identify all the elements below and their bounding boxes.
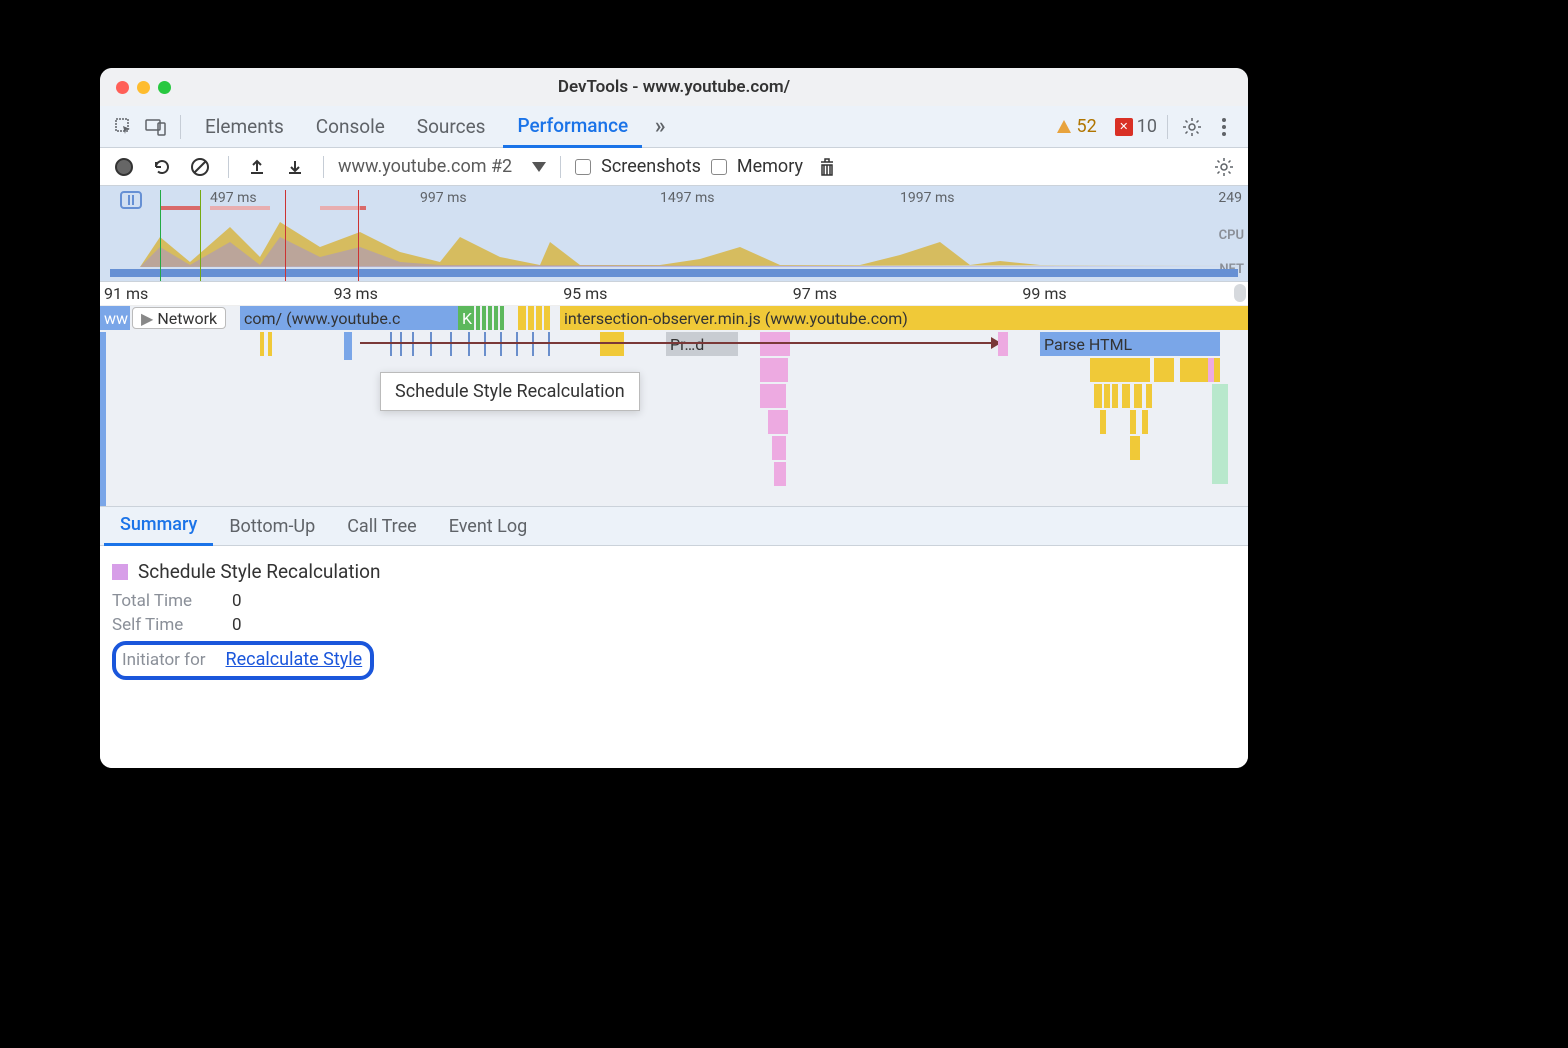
more-tabs-icon[interactable]: » [646, 113, 674, 141]
upload-icon[interactable] [243, 153, 271, 181]
fullscreen-icon[interactable] [158, 81, 171, 94]
panel-gear-icon[interactable] [1210, 153, 1238, 181]
kebab-icon[interactable] [1210, 113, 1238, 141]
record-button[interactable] [110, 153, 138, 181]
tab-performance[interactable]: Performance [503, 106, 642, 148]
error-icon: ✕ [1115, 118, 1133, 136]
self-time-row: Self Time 0 [112, 615, 1236, 635]
main-toolbar: Elements Console Sources Performance » 5… [100, 106, 1248, 148]
close-icon[interactable] [116, 81, 129, 94]
tab-sources[interactable]: Sources [403, 107, 500, 146]
device-toggle-icon[interactable] [142, 113, 170, 141]
target-label: www.youtube.com #2 [338, 156, 512, 177]
inspect-icon[interactable] [110, 113, 138, 141]
net-overview [110, 269, 1238, 277]
initiator-link[interactable]: Recalculate Style [226, 649, 363, 670]
clear-icon[interactable] [186, 153, 214, 181]
window-controls [100, 81, 171, 94]
tab-bottom-up[interactable]: Bottom-Up [213, 508, 331, 545]
total-time-row: Total Time 0 [112, 591, 1236, 611]
devtools-window: DevTools - www.youtube.com/ Elements Con… [100, 68, 1248, 768]
warnings-count: 52 [1077, 116, 1097, 137]
screenshots-checkbox[interactable]: Screenshots [575, 156, 701, 177]
tab-elements[interactable]: Elements [191, 107, 298, 146]
download-icon[interactable] [281, 153, 309, 181]
initiator-highlight: Initiator for Recalculate Style [112, 641, 374, 680]
cpu-sparkline [100, 217, 1248, 267]
event-color-chip [112, 564, 128, 580]
tab-summary[interactable]: Summary [104, 506, 213, 546]
details-tabs: Summary Bottom-Up Call Tree Event Log [100, 506, 1248, 546]
titlebar: DevTools - www.youtube.com/ [100, 68, 1248, 106]
tab-event-log[interactable]: Event Log [433, 508, 544, 545]
vertical-scrollbar[interactable] [1234, 284, 1246, 302]
gc-icon[interactable] [813, 153, 841, 181]
tab-console[interactable]: Console [302, 107, 399, 146]
performance-toolbar: www.youtube.com #2 Screenshots Memory [100, 148, 1248, 186]
warnings-badge[interactable]: 52 [1055, 116, 1097, 137]
reload-icon[interactable] [148, 153, 176, 181]
flame-tooltip: Schedule Style Recalculation [380, 372, 640, 411]
window-title: DevTools - www.youtube.com/ [100, 77, 1248, 97]
initiator-arrow [360, 342, 1000, 344]
overview-handles[interactable] [120, 191, 142, 209]
flame-chart[interactable]: ww ▶Network com/ (www.youtube.c K inters… [100, 306, 1248, 506]
target-dropdown[interactable]: www.youtube.com #2 [338, 156, 546, 177]
minimize-icon[interactable] [137, 81, 150, 94]
errors-count: 10 [1137, 116, 1157, 137]
tab-call-tree[interactable]: Call Tree [331, 508, 432, 545]
errors-badge[interactable]: ✕ 10 [1115, 116, 1157, 137]
timeline-ruler[interactable]: 91 ms 93 ms 95 ms 97 ms 99 ms [100, 282, 1248, 306]
event-name: Schedule Style Recalculation [138, 560, 380, 583]
chevron-down-icon [532, 162, 546, 172]
summary-panel: Schedule Style Recalculation Total Time … [100, 546, 1248, 768]
cpu-overview[interactable]: 497 ms 997 ms 1497 ms 1997 ms 249 CPU NE… [100, 186, 1248, 282]
gear-icon[interactable] [1178, 113, 1206, 141]
event-title-row: Schedule Style Recalculation [112, 560, 1236, 583]
network-collapse[interactable]: ▶Network [132, 307, 226, 329]
memory-checkbox[interactable]: Memory [711, 156, 803, 177]
